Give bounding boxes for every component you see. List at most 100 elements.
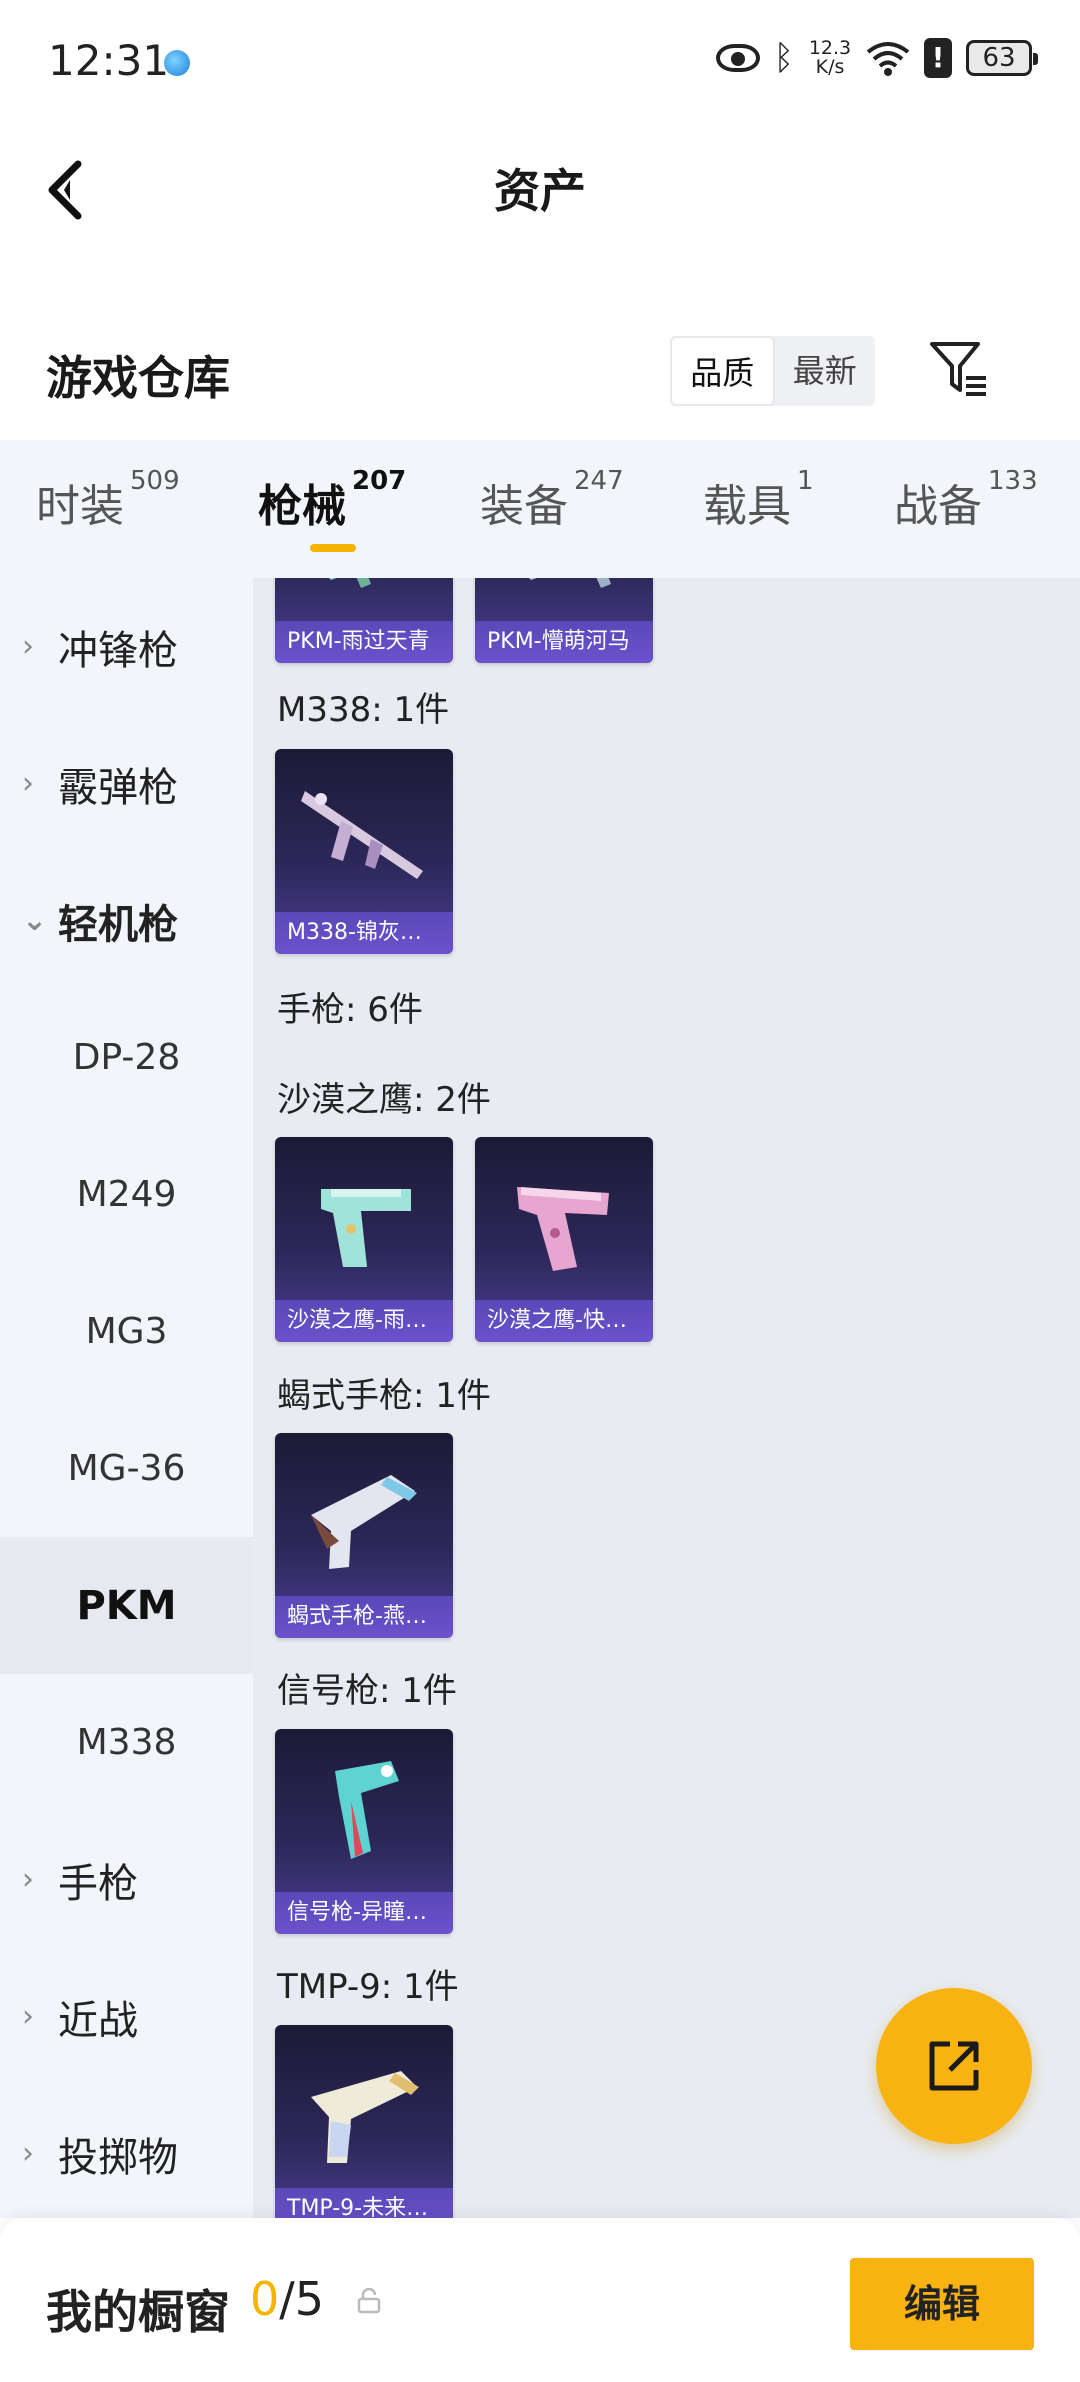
item-grid: PKM-雨过天青 PKM-懵萌河马 M338: 1件 M338-锦灰… 手枪: … — [253, 578, 1080, 2218]
edit-button[interactable]: 编辑 — [850, 2258, 1034, 2350]
tab-count: 1 — [797, 466, 814, 496]
showcase-count: 0/5 — [250, 2272, 324, 2326]
chevron-right-icon: › — [22, 1999, 34, 2034]
app-header: 资产 — [0, 125, 1080, 255]
status-icons: ᛒ 12.3 K/s ! 63 — [715, 37, 1038, 78]
rifle-skin-icon — [329, 578, 371, 588]
sidebar-item-label: 轻机枪 — [58, 901, 178, 948]
warehouse-title: 游戏仓库 — [46, 351, 230, 405]
rifle-skin-icon — [301, 791, 423, 879]
chevron-down-icon: ⌄ — [22, 903, 48, 938]
sort-toggle: 品质 最新 — [670, 336, 875, 406]
filter-icon[interactable] — [928, 338, 992, 402]
tab-count: 247 — [574, 466, 624, 496]
group-label: M338: 1件 — [277, 690, 450, 730]
skin-card[interactable]: 信号枪-异瞳… — [275, 1729, 453, 1934]
tab-label: 装备 — [480, 481, 568, 532]
skin-card-caption: 沙漠之鹰-快… — [475, 1300, 653, 1342]
group-label: 沙漠之鹰: 2件 — [277, 1080, 491, 1120]
chevron-right-icon: › — [22, 1862, 34, 1897]
tab-count: 207 — [352, 466, 407, 496]
tab-vehicles[interactable]: 载具 1 — [703, 466, 814, 534]
chevron-right-icon: › — [22, 629, 34, 664]
tab-supplies[interactable]: 战备 133 — [894, 466, 1038, 534]
smg-skin-icon — [311, 2071, 419, 2163]
group-label: TMP-9: 1件 — [277, 1967, 459, 2007]
rifle-skin-icon — [529, 578, 611, 588]
active-tab-indicator — [310, 544, 356, 552]
pistol-skin-icon — [517, 1187, 609, 1271]
app-notification-icon — [164, 50, 190, 76]
sidebar-item-label: 投掷物 — [58, 2134, 178, 2181]
sidebar-item-melee[interactable]: › 近战 — [0, 1948, 253, 2085]
pistol-skin-icon — [321, 1189, 411, 1267]
sidebar-item-throwable[interactable]: › 投掷物 — [0, 2085, 253, 2218]
skin-card[interactable]: 蝎式手枪-燕… — [275, 1433, 453, 1638]
sidebar-item-shotgun[interactable]: › 霰弹枪 — [0, 715, 253, 852]
sidebar-item-mg3[interactable]: MG3 — [0, 1263, 253, 1400]
category-tabs: 时装 509 枪械 207 装备 247 载具 1 战备 133 — [0, 440, 1080, 578]
skin-card-caption: 沙漠之鹰-雨… — [275, 1300, 453, 1342]
sidebar-item-label: 霰弹枪 — [58, 764, 178, 811]
skin-card-caption: TMP-9-未来… — [275, 2188, 453, 2218]
sort-newest-option[interactable]: 最新 — [775, 336, 876, 406]
skin-card-caption: M338-锦灰… — [275, 912, 453, 954]
skin-card-caption: PKM-懵萌河马 — [475, 621, 653, 663]
tab-fashion[interactable]: 时装 509 — [36, 466, 180, 534]
skin-card[interactable]: M338-锦灰… — [275, 749, 453, 954]
share-button[interactable] — [876, 1988, 1032, 2144]
tab-label: 时装 — [36, 481, 124, 532]
bluetooth-icon: ᛒ — [773, 38, 794, 78]
sidebar-item-label: 手枪 — [58, 1860, 138, 1907]
status-bar: 12:31 ᛒ 12.3 K/s ! 63 — [0, 0, 1080, 125]
pistol-skin-icon — [311, 1475, 417, 1569]
tab-label: 战备 — [894, 481, 982, 532]
weapon-category-sidebar: › 冲锋枪 › 霰弹枪 ⌄ 轻机枪 DP-28 M249 MG3 MG-36 PKM … — [0, 578, 253, 2218]
sidebar-item-m249[interactable]: M249 — [0, 1126, 253, 1263]
tab-count: 509 — [130, 466, 180, 496]
skin-card[interactable]: 沙漠之鹰-快… — [475, 1137, 653, 1342]
share-icon — [929, 2041, 979, 2091]
skin-card-caption: 信号枪-异瞳… — [275, 1892, 453, 1934]
skin-card-caption: 蝎式手枪-燕… — [275, 1596, 453, 1638]
sidebar-item-label: 近战 — [58, 1997, 138, 2044]
network-speed: 12.3 K/s — [808, 37, 852, 78]
skin-card[interactable]: PKM-懵萌河马 — [475, 578, 653, 663]
showcase-count-total: /5 — [279, 2272, 325, 2326]
lock-icon — [357, 2288, 381, 2314]
group-label: 手枪: 6件 — [277, 990, 423, 1030]
sidebar-item-label: 冲锋枪 — [58, 627, 178, 674]
chevron-right-icon: › — [22, 2136, 34, 2171]
group-label: 蝎式手枪: 1件 — [277, 1376, 491, 1416]
group-label: 信号枪: 1件 — [277, 1671, 457, 1711]
status-time: 12:31 — [48, 36, 170, 85]
eye-icon — [715, 44, 760, 72]
chevron-right-icon: › — [22, 766, 34, 801]
sidebar-item-lmg[interactable]: ⌄ 轻机枪 — [0, 852, 253, 989]
warehouse-header: 游戏仓库 品质 最新 — [0, 310, 1080, 440]
page-title: 资产 — [494, 164, 586, 218]
skin-card[interactable]: TMP-9-未来… — [275, 2025, 453, 2218]
alert-icon: ! — [924, 38, 952, 78]
tab-equipment[interactable]: 装备 247 — [480, 466, 624, 534]
sidebar-item-pistol[interactable]: › 手枪 — [0, 1811, 253, 1948]
showcase-bar: 我的橱窗 0/5 编辑 — [0, 2218, 1080, 2382]
tab-firearms[interactable]: 枪械 207 — [258, 466, 406, 534]
skin-card[interactable]: PKM-雨过天青 — [275, 578, 453, 663]
sidebar-item-mg36[interactable]: MG-36 — [0, 1400, 253, 1537]
sort-quality-option[interactable]: 品质 — [670, 336, 775, 406]
skin-card[interactable]: 沙漠之鹰-雨… — [275, 1137, 453, 1342]
flare-gun-skin-icon — [335, 1761, 399, 1859]
sidebar-item-smg[interactable]: › 冲锋枪 — [0, 578, 253, 715]
tab-count: 133 — [988, 466, 1038, 496]
wifi-icon — [866, 42, 910, 76]
showcase-count-current: 0 — [250, 2272, 280, 2326]
showcase-title: 我的橱窗 — [46, 2285, 230, 2339]
tab-label: 枪械 — [258, 481, 346, 532]
sidebar-item-pkm[interactable]: PKM — [0, 1537, 253, 1674]
battery-icon: 63 — [966, 40, 1038, 76]
sidebar-item-m338[interactable]: M338 — [0, 1674, 253, 1811]
sidebar-item-dp28[interactable]: DP-28 — [0, 989, 253, 1126]
tab-label: 载具 — [703, 481, 791, 532]
skin-card-caption: PKM-雨过天青 — [275, 621, 453, 663]
